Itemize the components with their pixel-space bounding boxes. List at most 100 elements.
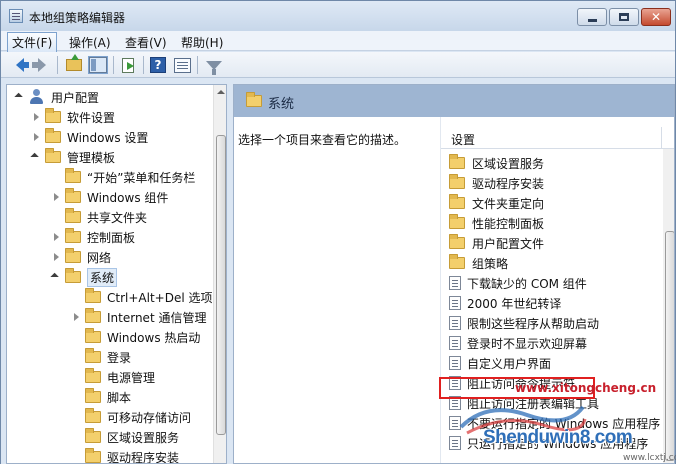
setting-label: 组策略 [472,256,509,271]
list-vertical-scrollbar[interactable] [663,149,674,463]
collapse-arrow-icon[interactable] [31,112,41,122]
collapse-arrow-icon[interactable] [71,312,81,322]
minimize-button[interactable] [577,8,607,26]
collapse-arrow-icon[interactable] [51,252,61,262]
tree-node[interactable]: Ctrl+Alt+Del 选项 [71,287,212,307]
tree-node[interactable]: Windows 设置 [31,127,148,147]
tree-node[interactable]: 控制面板 [51,227,135,247]
settings-folder-row[interactable]: 驱动程序安装 [449,173,544,193]
tree-node[interactable]: Windows 热启动 [71,327,200,347]
tree-node[interactable]: 可移动存储访问 [71,407,191,427]
folder-icon [85,368,101,383]
policy-setting-row[interactable]: 下载缺少的 COM 组件 [449,273,587,293]
tree-vertical-scrollbar[interactable] [213,85,226,463]
tree-node[interactable]: 网络 [51,247,111,267]
policy-setting-row[interactable]: 登录时不显示欢迎屏幕 [449,333,587,353]
tree-node[interactable]: Windows 组件 [51,187,168,207]
tree-node[interactable]: 用户配置 [15,87,99,107]
settings-folder-row[interactable]: 区域设置服务 [449,153,544,173]
tree-node[interactable]: 驱动程序安装 [71,447,179,463]
setting-label: 用户配置文件 [472,236,545,251]
settings-folder-row[interactable]: 组策略 [449,253,508,273]
menu-view[interactable]: 查看(V) [121,33,171,52]
forward-button[interactable] [32,56,51,74]
policy-setting-icon [449,416,461,430]
menu-bar: 文件(F) 操作(A) 查看(V) 帮助(H) [1,31,675,53]
policy-setting-row[interactable]: 阻止访问命令提示符 [449,373,575,393]
setting-label: 区域设置服务 [472,156,545,171]
title-bar[interactable]: 本地组策略编辑器 ✕ [1,1,675,31]
toolbar-separator [143,56,144,74]
settings-column-header[interactable]: 设置 [441,127,674,149]
tree-node-label: 系统 [87,267,118,287]
tree-node[interactable]: “开始”菜单和任务栏 [51,167,195,187]
folder-icon [449,194,465,209]
policy-setting-row[interactable]: 2000 年世纪转译 [449,293,561,313]
scroll-up-arrow-icon[interactable] [217,90,225,94]
back-button[interactable] [11,56,29,74]
settings-folder-row[interactable]: 用户配置文件 [449,233,544,253]
folder-icon [85,408,101,423]
tree-scroll-thumb[interactable] [216,135,226,435]
setting-label: 自定义用户界面 [467,356,552,371]
expand-arrow-icon[interactable] [31,152,41,162]
menu-help[interactable]: 帮助(H) [177,33,227,52]
properties-button[interactable] [173,56,191,74]
help-button[interactable]: ? [149,56,167,74]
folder-icon [65,188,81,203]
collapse-arrow-icon[interactable] [51,232,61,242]
settings-folder-row[interactable]: 文件夹重定向 [449,193,544,213]
policy-setting-row[interactable]: 只运行指定的 Windows 应用程序 [449,433,648,453]
settings-folder-row[interactable]: 性能控制面板 [449,213,544,233]
policy-setting-icon [449,376,461,390]
tree-node-label: 共享文件夹 [87,210,148,225]
user-icon [29,89,45,105]
export-list-button[interactable] [119,56,137,74]
folder-icon [85,328,101,343]
tree-node[interactable]: Internet 通信管理 [71,307,206,327]
expand-arrow-icon[interactable] [15,92,25,102]
folder-icon [449,234,465,249]
settings-list: 设置 区域设置服务驱动程序安装文件夹重定向性能控制面板用户配置文件 组策略下载缺少… [440,117,674,463]
maximize-icon [619,13,629,21]
list-scroll-thumb[interactable] [665,231,674,461]
show-hide-tree-button[interactable] [88,56,108,74]
close-button[interactable]: ✕ [641,8,671,26]
description-text: 选择一个项目来查看它的描述。 [238,133,407,147]
tree-node[interactable]: 脚本 [71,387,131,407]
policy-setting-row[interactable]: 不要运行指定的 Windows 应用程序 [449,413,660,433]
tree-node-label: 区域设置服务 [107,430,180,445]
filter-button[interactable] [205,56,223,75]
folder-icon [65,228,81,243]
collapse-arrow-icon[interactable] [51,192,61,202]
policy-setting-row[interactable]: 限制这些程序从帮助启动 [449,313,599,333]
expand-arrow-icon[interactable] [51,272,61,282]
close-icon: ✕ [650,10,662,24]
forward-arrow-icon [32,58,46,72]
folder-icon [45,148,61,163]
setting-label: 登录时不显示欢迎屏幕 [467,336,588,351]
setting-label: 文件夹重定向 [472,196,545,211]
policy-setting-icon [449,396,461,410]
tree-node[interactable]: 系统 [51,267,118,287]
collapse-arrow-icon[interactable] [31,132,41,142]
tree-node[interactable]: 软件设置 [31,107,115,127]
show-hide-tree-icon [88,56,108,74]
policy-setting-row[interactable]: 阻止访问注册表编辑工具 [449,393,599,413]
tree-node[interactable]: 区域设置服务 [71,427,179,447]
details-header-title: 系统 [268,97,295,112]
tree-node[interactable]: 共享文件夹 [51,207,147,227]
setting-label: 阻止访问命令提示符 [467,376,576,391]
policy-setting-row[interactable]: 自定义用户界面 [449,353,551,373]
menu-action[interactable]: 操作(A) [65,33,115,52]
folder-icon [449,154,465,169]
menu-file[interactable]: 文件(F) [7,32,58,53]
folder-icon [65,268,81,283]
up-one-level-button[interactable] [65,54,83,74]
filter-icon [206,60,222,75]
maximize-button[interactable] [609,8,639,26]
tree-node[interactable]: 电源管理 [71,367,155,387]
up-folder-icon [66,54,82,71]
tree-node[interactable]: 登录 [71,347,131,367]
tree-node[interactable]: 管理模板 [31,147,115,167]
